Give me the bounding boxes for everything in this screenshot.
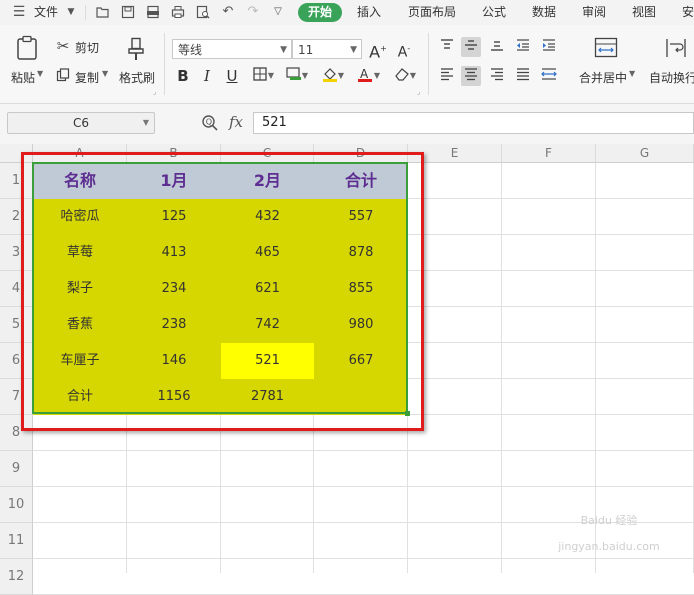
fill-color-dropdown-icon[interactable]: ▼ xyxy=(336,66,346,86)
tab-insert[interactable]: 插入 xyxy=(357,0,381,25)
format-painter-button[interactable]: 格式刷 xyxy=(119,69,155,86)
annotation-highlight-box xyxy=(21,152,424,431)
bold-icon[interactable]: B xyxy=(173,66,193,86)
column-header-f[interactable]: F xyxy=(502,144,596,163)
ribbon: 粘贴 ▼ ✂ 剪切 复制 ▼ 格式刷 等线 ▼ 11 ▼ A+ A- B I U… xyxy=(0,25,694,104)
open-folder-icon[interactable] xyxy=(96,5,110,19)
grid-row-line xyxy=(33,558,694,559)
chevron-down-icon: ▼ xyxy=(142,118,149,127)
merge-dropdown-icon[interactable]: ▼ xyxy=(629,69,635,78)
italic-icon[interactable]: I xyxy=(197,66,217,86)
wrap-text-button[interactable]: 自动换行 xyxy=(649,69,694,86)
tab-page-layout[interactable]: 页面布局 xyxy=(408,0,456,25)
print-preview-icon[interactable] xyxy=(196,5,210,19)
customize-toolbar-icon[interactable]: ▽ xyxy=(271,5,285,19)
borders-dropdown-icon[interactable]: ▼ xyxy=(266,66,276,86)
watermark-text: Baidu 经验 jingyan.baidu.com xyxy=(558,514,660,553)
row-header-12[interactable]: 12 xyxy=(0,559,33,595)
undo-icon[interactable]: ↶ xyxy=(221,5,235,19)
tab-home[interactable]: 开始 xyxy=(298,3,343,22)
align-left-icon[interactable] xyxy=(437,66,457,86)
distributed-align-icon[interactable] xyxy=(539,66,559,86)
tab-formulas[interactable]: 公式 xyxy=(482,0,506,25)
tab-security[interactable]: 安 xyxy=(682,0,694,25)
chevron-down-icon[interactable]: ▼ xyxy=(64,5,78,19)
font-dialog-launcher-icon[interactable]: ⌟ xyxy=(417,88,420,96)
cell-reference: C6 xyxy=(72,116,89,130)
column-header-g[interactable]: G xyxy=(596,144,694,163)
zoom-find-icon[interactable]: Q xyxy=(201,114,219,132)
grid-row-line xyxy=(33,450,694,451)
copy-button[interactable]: 复制 xyxy=(75,69,99,86)
watermark-logo: Baidu 经验 jingyan.baidu.com xyxy=(534,506,684,556)
save-icon[interactable] xyxy=(121,5,135,19)
font-name-select[interactable]: 等线 ▼ xyxy=(172,39,292,59)
name-box[interactable]: C6 ▼ xyxy=(7,112,155,134)
align-middle-icon[interactable] xyxy=(461,37,481,57)
underline-icon[interactable]: U xyxy=(222,66,242,86)
row-header-11[interactable]: 11 xyxy=(0,523,33,559)
insert-function-button[interactable]: fx xyxy=(229,113,243,131)
font-size-value: 11 xyxy=(298,43,314,57)
align-center-icon[interactable] xyxy=(461,66,481,86)
file-menu[interactable]: 文件 xyxy=(34,0,58,25)
increase-font-size-icon[interactable]: A+ xyxy=(368,39,388,61)
row-header-10[interactable]: 10 xyxy=(0,487,33,523)
merge-center-button[interactable]: 合并居中 xyxy=(579,69,627,86)
tab-review[interactable]: 审阅 xyxy=(582,0,606,25)
increase-indent-icon[interactable] xyxy=(539,37,559,57)
font-color-dropdown-icon[interactable]: ▼ xyxy=(372,66,382,86)
formula-input[interactable]: 521 xyxy=(253,112,694,134)
align-top-icon[interactable] xyxy=(437,37,457,57)
tab-data[interactable]: 数据 xyxy=(532,0,556,25)
tab-view[interactable]: 视图 xyxy=(632,0,656,25)
hamburger-menu-icon[interactable]: ☰ xyxy=(12,5,26,19)
scissors-icon[interactable]: ✂ xyxy=(55,38,71,54)
cell-style-dropdown-icon[interactable]: ▼ xyxy=(300,66,310,86)
format-painter-icon[interactable] xyxy=(125,37,147,61)
spreadsheet-grid[interactable]: ABCDEFG 1 2 3 4 5 6 7 8 9 10 11 12 名称 1月 2月 合计 哈密瓜 125 43… xyxy=(0,144,694,595)
redo-icon[interactable]: ↷ xyxy=(246,5,260,19)
svg-text:A: A xyxy=(360,67,369,81)
clear-dropdown-icon[interactable]: ▼ xyxy=(408,66,418,86)
row-header-9[interactable]: 9 xyxy=(0,451,33,487)
copy-dropdown-icon[interactable]: ▼ xyxy=(102,69,108,78)
paste-button[interactable]: 粘贴 xyxy=(11,69,35,86)
svg-text:Q: Q xyxy=(206,118,212,127)
decrease-indent-icon[interactable] xyxy=(513,37,533,57)
grid-column-line xyxy=(501,163,502,573)
clipboard-dialog-launcher-icon[interactable]: ⌟ xyxy=(153,88,156,96)
font-size-select[interactable]: 11 ▼ xyxy=(292,39,362,59)
align-bottom-icon[interactable] xyxy=(487,37,507,57)
paste-icon[interactable] xyxy=(14,35,40,61)
menu-bar: ☰ 文件 ▼ ↶ ↷ ▽ 开始 插入 页面布局 公式 数据 审阅 视图 安 xyxy=(0,0,694,25)
grid-row-line xyxy=(33,486,694,487)
wrap-text-icon[interactable] xyxy=(664,37,688,59)
paste-dropdown-icon[interactable]: ▼ xyxy=(37,69,43,78)
export-pdf-icon[interactable] xyxy=(146,5,160,19)
merge-center-icon[interactable] xyxy=(594,37,618,59)
chevron-down-icon: ▼ xyxy=(280,45,287,55)
chevron-down-icon: ▼ xyxy=(350,45,357,55)
font-name-value: 等线 xyxy=(178,43,203,57)
copy-icon[interactable] xyxy=(55,68,71,85)
formula-bar: C6 ▼ Q fx 521 xyxy=(0,104,694,144)
print-icon[interactable] xyxy=(171,5,185,19)
justify-icon[interactable] xyxy=(513,66,533,86)
align-right-icon[interactable] xyxy=(487,66,507,86)
cut-button[interactable]: 剪切 xyxy=(75,39,99,56)
decrease-font-size-icon[interactable]: A- xyxy=(394,39,414,61)
